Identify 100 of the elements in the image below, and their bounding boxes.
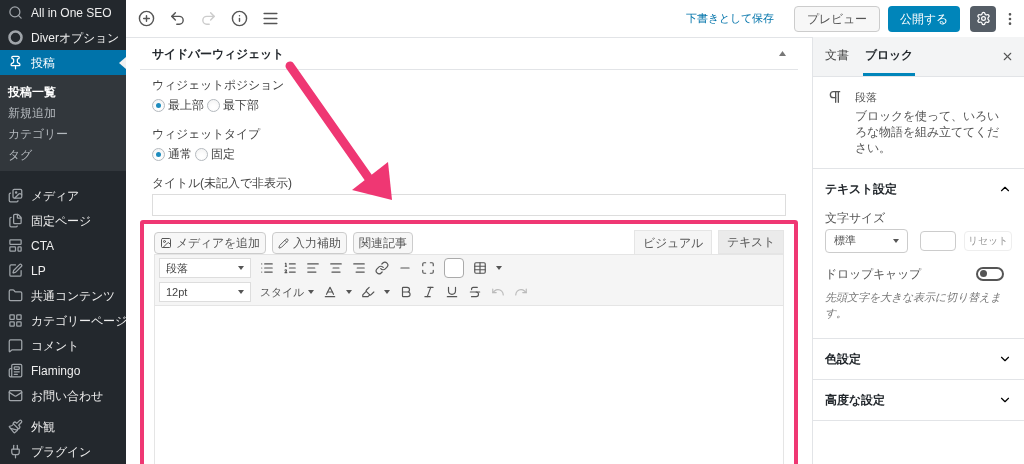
sidebar-item[interactable]: Diverオプション [0,25,126,50]
format-select[interactable]: 段落 [159,258,251,278]
undo-icon[interactable] [169,10,186,27]
add-icon[interactable] [138,10,155,27]
pages-icon [8,213,23,228]
sidebar-item[interactable]: コメント [0,333,126,358]
radio-label: 通常 [168,146,192,163]
section-title: 色設定 [825,350,861,368]
editor-button[interactable]: 入力補助 [272,232,347,254]
radio-label: 最下部 [223,97,259,114]
radio-label: 固定 [211,146,235,163]
strikethrough-icon[interactable] [468,285,482,299]
highlight-icon[interactable] [361,285,375,299]
widget-title: サイドバーウィジェット [152,45,284,63]
sidebar-item[interactable]: 投稿 [0,50,126,75]
section-title: 高度な設定 [825,391,885,409]
paragraph-icon [827,89,843,105]
radio-button[interactable] [207,98,220,112]
sidebar-item[interactable]: 固定ページ [0,208,126,233]
comment-icon [8,338,23,353]
caret-icon [308,290,314,294]
sidebar-item[interactable]: CTA [0,233,126,258]
caret-icon [346,290,352,294]
editor-button[interactable]: 関連記事 [353,232,413,254]
underline-icon[interactable] [445,285,459,299]
field-label: ドロップキャップ [825,265,921,283]
widget-header[interactable]: サイドバーウィジェット [140,38,798,70]
submenu-item[interactable]: 新規追加 [0,102,126,123]
template-icon [8,238,23,253]
editor-tab[interactable]: テキスト [718,230,784,254]
sidebar-item[interactable]: All in One SEO [0,0,126,25]
publish-button[interactable]: 公開する [888,5,960,32]
settings-icon [975,11,991,26]
field-label: タイトル(未記入で非表示) [152,175,293,192]
sidebar-item[interactable]: メディア [0,183,126,208]
close-icon[interactable] [1001,50,1014,63]
sidebar-item[interactable]: 共通コンテンツ [0,283,126,308]
style-menu[interactable]: スタイル [260,283,314,301]
align-left-icon[interactable] [306,261,320,275]
fullscreen-icon[interactable] [421,261,435,275]
preview-button[interactable]: プレビュー [794,5,880,32]
field-label: ウィジェットタイプ [152,126,262,143]
section-header[interactable]: 高度な設定 [825,379,1012,420]
link-icon[interactable] [375,261,389,275]
outline-icon[interactable] [262,10,279,27]
radio-label: 最上部 [168,97,204,114]
info-icon[interactable] [231,10,248,27]
mail-icon [8,388,23,403]
save-draft-link[interactable]: 下書きとして保存 [686,10,774,27]
italic-icon[interactable] [422,285,436,299]
sidebar-item[interactable]: プラグイン [0,439,126,464]
sidebar-item[interactable]: お問い合わせ [0,383,126,408]
editor-tab[interactable]: ビジュアル [634,230,712,254]
sidebar-item[interactable]: Flamingo [0,358,126,383]
caret-icon [238,266,244,270]
radio-button[interactable] [152,147,165,161]
media-icon [160,237,172,249]
settings-button[interactable] [970,5,996,32]
section-header[interactable]: テキスト設定 [825,168,1012,209]
title-input-field[interactable] [152,194,786,216]
panel-tab[interactable]: ブロック [863,37,915,76]
table-icon[interactable] [473,261,487,275]
submenu-item[interactable]: カテゴリー [0,123,126,144]
section-header[interactable]: 色設定 [825,338,1012,379]
bold-icon[interactable] [399,285,413,299]
edit-icon [8,263,23,278]
font-size-select[interactable]: 12pt [159,282,251,302]
brush-icon [8,419,23,434]
drop-cap-toggle[interactable] [976,266,1004,281]
pencil-icon [278,237,289,249]
align-center-icon[interactable] [329,261,343,275]
caret-icon [238,290,244,294]
plug-icon [8,444,23,459]
section-title: テキスト設定 [825,180,897,198]
grid-icon [8,313,23,328]
folder-icon [8,288,23,303]
bullet-list-icon[interactable] [260,261,274,275]
sidebar-item[interactable]: カテゴリーページ [0,308,126,333]
field-label: ウィジェットポジション [152,77,285,94]
numbered-list-icon[interactable] [283,261,297,275]
block-name: 段落 [855,90,878,105]
caret-icon [496,266,502,270]
sidebar-item[interactable]: 外観 [0,414,126,439]
collapse-icon[interactable] [779,51,786,56]
submenu-item[interactable]: 投稿一覧 [0,81,126,102]
radio-button[interactable] [195,147,208,161]
pin-icon [8,55,23,70]
text-color-icon[interactable] [323,285,337,299]
font-size-select[interactable]: 標準 [825,228,908,253]
blank-square-icon[interactable] [444,258,464,278]
editor-button[interactable]: メディアを追加 [154,232,266,254]
sidebar-item[interactable]: LP [0,258,126,283]
panel-tab[interactable]: 文書 [823,37,851,76]
block-description: ブロックを使って、いろいろな物語を組み立ててください。 [855,107,1000,156]
align-right-icon[interactable] [352,261,366,275]
font-size-input-field[interactable] [920,230,956,251]
caret-icon [893,238,899,243]
radio-button[interactable] [152,98,165,112]
field-label: 文字サイズ [825,209,886,227]
submenu-item[interactable]: タグ [0,144,126,165]
